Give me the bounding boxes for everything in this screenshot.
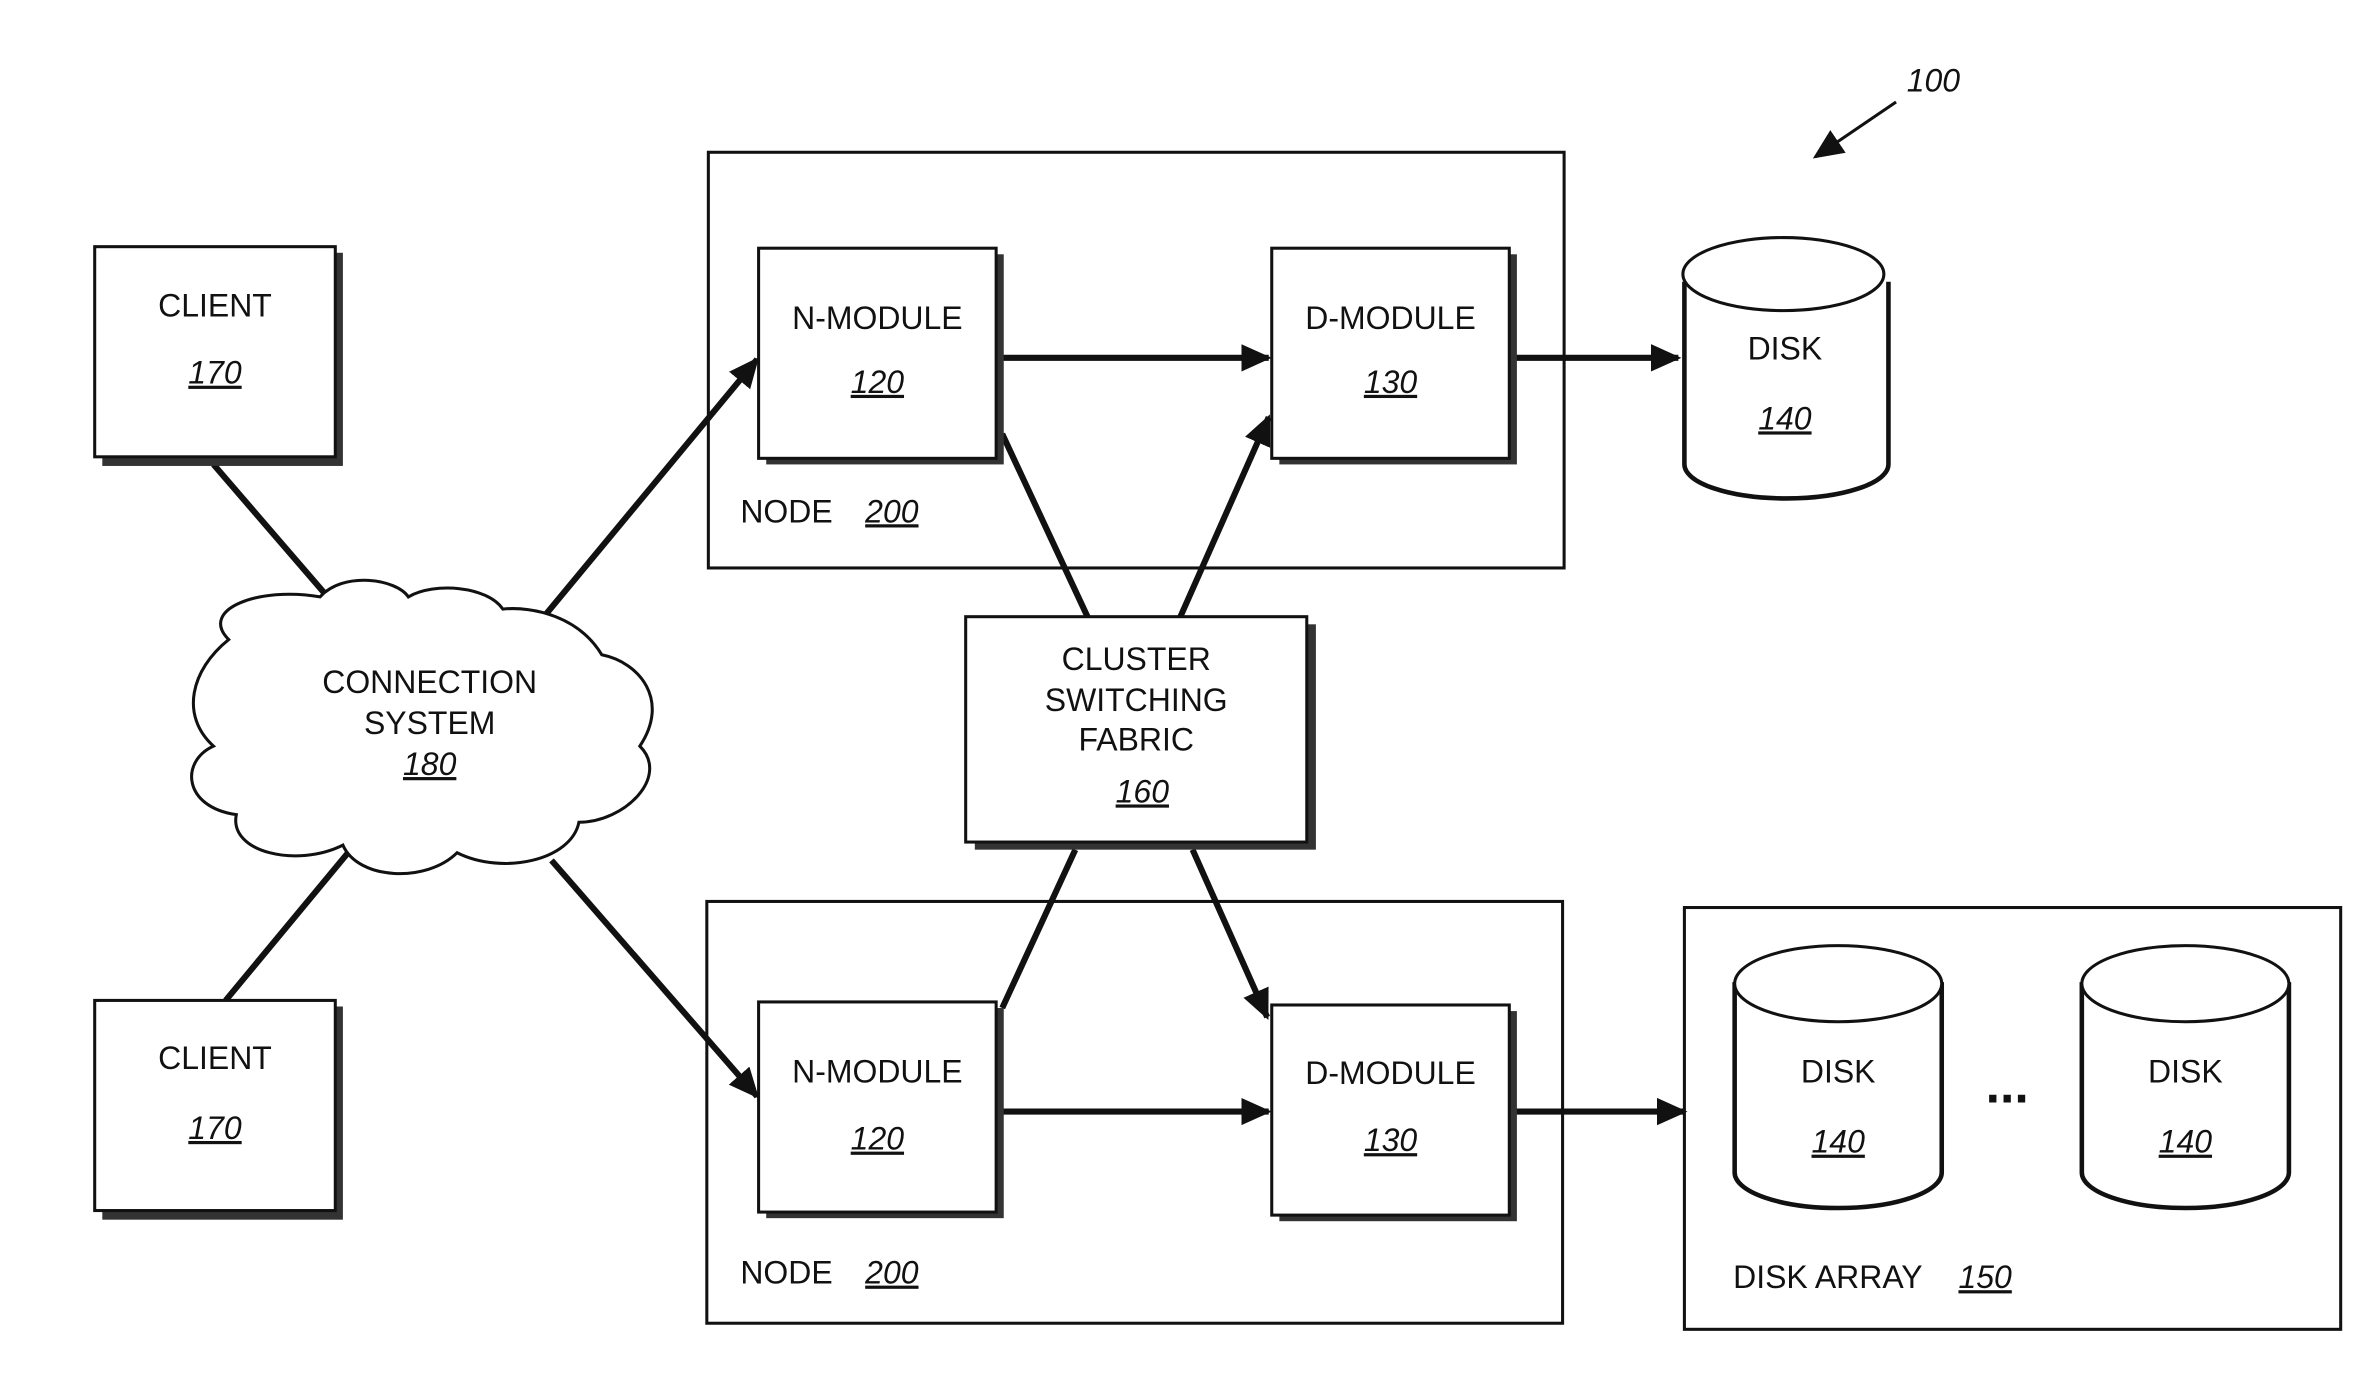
disk-single: DISK 140 [1681,236,1891,501]
connection-system-cloud: CONNECTION SYSTEM 180 [190,578,654,876]
n-module-1-label: N-MODULE [792,300,963,336]
fabric-ref: 160 [1116,773,1170,809]
node-2-ref: 200 [864,1255,919,1291]
client-2-ref: 170 [188,1110,242,1146]
fabric-line1: CLUSTER [1062,641,1211,677]
array-disk-1-ref: 140 [1812,1124,1866,1160]
disk-array-disk-1: DISK 140 [1732,944,1945,1211]
array-disk-1-label: DISK [1801,1054,1876,1090]
cs-ref: 180 [403,746,457,782]
disk-single-ref: 140 [1758,400,1812,436]
d-module-2-label: D-MODULE [1305,1055,1476,1091]
client-1-ref: 170 [188,355,242,391]
cs-line1: CONNECTION [322,664,537,700]
fabric-to-d1 [1177,414,1272,618]
d-module-1-label: D-MODULE [1305,300,1476,336]
n1-to-fabric [999,432,1091,618]
array-disk-2-label: DISK [2148,1054,2223,1090]
disk-array-ref: 150 [1958,1259,2012,1295]
ellipsis: ... [1986,1055,2029,1113]
fabric-line3: FABRIC [1078,722,1193,758]
figure-ref-arrow [1812,100,1897,159]
client-1-label: CLIENT [158,288,272,324]
cluster-switching-fabric: CLUSTER SWITCHING FABRIC 160 [964,615,1316,850]
n-module-2-label: N-MODULE [792,1054,963,1090]
node-1-ref: 200 [864,493,919,529]
node-2-label: NODE [740,1255,832,1291]
node-1-label: NODE [740,493,832,529]
n-module-1-ref: 120 [851,364,905,400]
disk-array-disk-2: DISK 140 [2079,944,2292,1211]
fabric-to-n2 [999,848,1079,1010]
client-2: CLIENT 170 [93,998,343,1220]
figure-ref: 100 [1907,62,1961,98]
client-2-label: CLIENT [158,1040,272,1076]
client1-link [211,462,330,599]
d-module-2-ref: 130 [1364,1122,1418,1158]
fabric-line2: SWITCHING [1045,682,1228,718]
fabric-to-d2 [1189,848,1270,1020]
client-1: CLIENT 170 [93,245,343,466]
array-disk-2-ref: 140 [2159,1124,2213,1160]
disk-single-label: DISK [1748,330,1823,366]
d-module-1-ref: 130 [1364,364,1418,400]
cs-line2: SYSTEM [364,705,495,741]
disk-array-label: DISK ARRAY [1733,1259,1923,1295]
cs-to-nmodule2 [549,858,760,1099]
n-module-2-ref: 120 [851,1121,905,1157]
disk-array: DISK 140 ... DISK 140 DISK ARRAY 150 [1682,906,2343,1331]
client2-link [223,838,361,1003]
diagram: 100 CLIENT 170 CLIENT 170 CONNECTION SYS… [93,62,2343,1331]
cs-to-nmodule1 [541,357,760,619]
